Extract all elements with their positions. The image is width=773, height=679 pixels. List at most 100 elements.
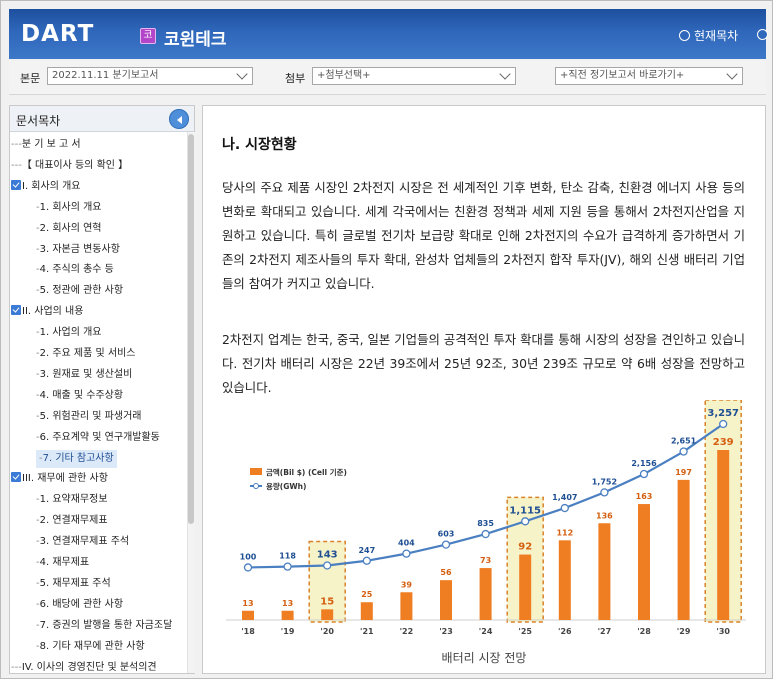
toc-item[interactable]: -2. 회사의 연혁: [36, 220, 102, 238]
bar: [360, 602, 373, 620]
toc-item[interactable]: -4. 주식의 총수 등: [36, 261, 114, 279]
battery-market-chart: 13 '18 13 '19 15 '20 25 '21 39 '22 56 '23 73 '24 92 '25…: [226, 400, 746, 665]
toc-item[interactable]: -1. 회사의 개요: [36, 199, 102, 217]
toc-item[interactable]: -8. 기타 재무에 관한 사항: [36, 638, 145, 656]
bar: [677, 479, 690, 620]
toc-title: 문서목차: [16, 114, 61, 128]
toc-header: 문서목차: [10, 106, 194, 132]
line-point: [719, 419, 728, 429]
toc-item[interactable]: -7. 증권의 발행을 통한 자금조달: [36, 617, 172, 635]
toc-item[interactable]: I. 회사의 개요: [11, 178, 81, 196]
company-badge: 코: [140, 28, 156, 44]
toc-item[interactable]: ---분 기 보 고 서: [11, 136, 81, 154]
scrollbar-thumb[interactable]: [188, 134, 194, 524]
toc-item[interactable]: -2. 연결재무제표: [36, 512, 108, 530]
toc-item-label: 4. 재무제표: [39, 557, 90, 568]
bar-value-label: 197: [675, 468, 692, 477]
bar: [598, 523, 611, 620]
toc-item[interactable]: -6. 주요계약 및 연구개발활동: [36, 429, 160, 447]
toc-item[interactable]: -7. 기타 참고사항: [36, 449, 117, 468]
line-value-label: 1,407: [552, 493, 577, 502]
line-point: [521, 517, 530, 526]
x-tick-label: '27: [598, 627, 612, 636]
toc-item-label: I. 회사의 개요: [22, 180, 81, 192]
line-value-label: 3,257: [707, 408, 739, 419]
current-doc-radio[interactable]: 현재목차: [679, 27, 738, 44]
toc-item-label: 1. 요약재무정보: [39, 494, 108, 506]
company-name: 코윈테크: [164, 30, 227, 50]
radio-icon: [679, 30, 690, 41]
x-tick-label: '28: [637, 627, 651, 636]
x-tick-label: '26: [558, 627, 572, 636]
bar: [281, 610, 294, 620]
header-bar: DART 코 코윈테크 현재목차: [9, 9, 768, 59]
collapse-sidebar-icon[interactable]: [169, 109, 189, 129]
current-doc-label: 현재목차: [694, 29, 739, 43]
bar: [242, 610, 254, 620]
bar-value-label: 13: [282, 599, 293, 608]
toc-item-label: 3. 자본금 변동사항: [39, 243, 120, 255]
x-tick-label: '25: [518, 627, 532, 636]
toc-item-label: 2. 연결재무제표: [39, 515, 108, 527]
bar-value-label: 163: [636, 492, 653, 501]
line-point: [441, 540, 451, 549]
tree-connector: ---: [11, 159, 22, 171]
quick-report-select[interactable]: +직전 정기보고서 바로가기+: [555, 67, 743, 85]
section-title: 나. 시장현황: [222, 137, 297, 153]
toc-tree: ---분 기 보 고 서 ---【 대표이사 등의 확인 】 I. 회사의 개요 -1…: [10, 132, 186, 673]
toc-item[interactable]: -5. 재무제표 주석: [36, 575, 111, 593]
checkbox-icon: [11, 179, 21, 190]
toc-item[interactable]: -3. 자본금 변동사항: [36, 241, 120, 259]
toc-item[interactable]: -1. 사업의 개요: [36, 324, 102, 342]
line-point: [323, 561, 332, 570]
toc-item[interactable]: II. 사업의 내용: [11, 303, 83, 321]
toc-sidebar: 문서목차 ---분 기 보 고 서 ---【 대표이사 등의 확인 】 I. 회사의…: [9, 105, 195, 674]
radio-icon[interactable]: [757, 29, 768, 40]
toc-item-label: 4. 매출 및 수주상황: [39, 389, 124, 401]
toc-item[interactable]: -4. 매출 및 수주상황: [36, 387, 123, 405]
toc-item-label: 7. 기타 참고사항: [42, 452, 114, 464]
toc-item[interactable]: ---IV. 이사의 경영진단 및 분석의견: [11, 659, 157, 674]
toc-item-label: 1. 회사의 개요: [39, 201, 102, 213]
checkbox-icon: [11, 472, 21, 483]
line-value-label: 603: [438, 530, 455, 539]
attach-select-value: +첨부선택+: [317, 70, 371, 81]
dart-logo[interactable]: DART: [21, 21, 94, 47]
toc-item[interactable]: -3. 원재료 및 생산설비: [36, 366, 132, 384]
line-value-label: 2,651: [671, 437, 697, 446]
line-value-label: 118: [279, 552, 296, 561]
paragraph: 당사의 주요 제품 시장인 2차전지 시장은 전 세계적인 기후 변화, 탄소 …: [222, 180, 745, 291]
toc-item[interactable]: -1. 요약재무정보: [36, 491, 108, 509]
toc-item[interactable]: -3. 연결재무제표 주석: [36, 533, 129, 551]
report-select-value: 2022.11.11 분기보고서: [52, 70, 159, 81]
line-point: [243, 563, 253, 572]
toolbar: 본문 2022.11.11 분기보고서 첨부 +첨부선택+ +직전 정기보고서 …: [9, 61, 766, 95]
toc-item[interactable]: ---【 대표이사 등의 확인 】: [11, 157, 128, 175]
toc-item[interactable]: -4. 재무제표: [36, 554, 89, 572]
line-point: [362, 556, 371, 565]
toc-item[interactable]: -6. 배당에 관한 사항: [36, 596, 123, 614]
toc-item[interactable]: -5. 정관에 관한 사항: [36, 282, 123, 300]
bar: [321, 609, 334, 620]
toc-item[interactable]: III. 재무에 관한 사항: [11, 470, 108, 488]
bar: [519, 554, 532, 620]
line-point: [600, 488, 609, 497]
bar: [717, 450, 730, 620]
tree-connector: ---: [11, 661, 22, 673]
x-tick-label: '29: [677, 627, 691, 636]
toc-item[interactable]: -2. 주요 제품 및 서비스: [36, 345, 135, 363]
toc-item-label: II. 사업의 내용: [22, 306, 84, 318]
chevron-down-icon: [726, 68, 738, 80]
report-label: 본문: [20, 72, 41, 85]
toc-item-label: IV. 이사의 경영진단 및 분석의견: [21, 661, 157, 673]
bar-value-label: 92: [518, 542, 532, 553]
attach-select[interactable]: +첨부선택+: [312, 67, 516, 85]
report-select[interactable]: 2022.11.11 분기보고서: [47, 67, 253, 85]
toc-item-label: 5. 정관에 관한 사항: [39, 285, 124, 297]
x-tick-label: '20: [320, 627, 334, 636]
checkbox-icon: [11, 305, 21, 316]
toc-item-label: 5. 재무제표 주석: [39, 577, 111, 589]
line-point: [639, 469, 649, 479]
toc-item[interactable]: -5. 위험관리 및 파생거래: [36, 408, 142, 426]
toc-item-label: 【 대표이사 등의 확인 】: [21, 159, 129, 171]
